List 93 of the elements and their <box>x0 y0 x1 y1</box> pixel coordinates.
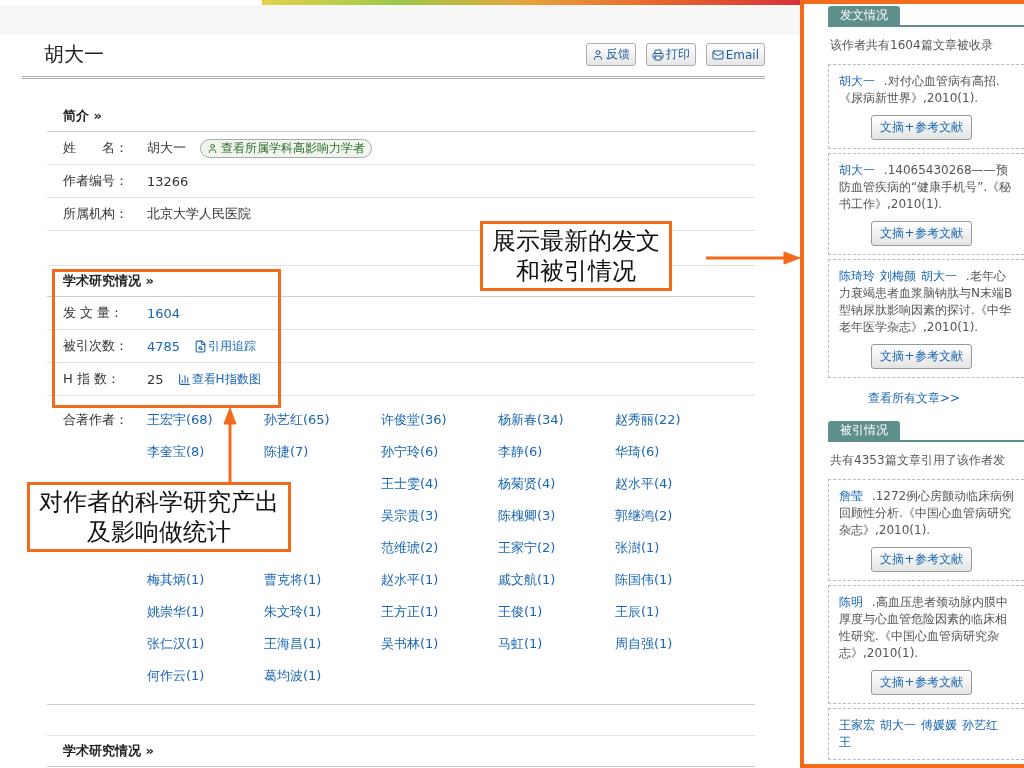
field-label: 合著作者： <box>63 411 129 429</box>
abstract-button[interactable]: 文摘+参考文献 <box>871 344 972 369</box>
coauthor-link[interactable]: 王辰(1) <box>615 603 660 621</box>
article-citation: 陈琦玲 刘梅颜 胡大一 .老年心力衰竭患者血浆脑钠肽与N末端B型钠尿肽影响因素的探讨.《中华老年医学杂志》,2010(1). <box>839 268 1014 336</box>
value-link[interactable]: 1604 <box>147 305 181 321</box>
author-link[interactable]: 傅媛媛 <box>921 718 957 732</box>
callout-note: 对作者的科学研究产出及影响做统计 <box>27 482 291 552</box>
view-all-link[interactable]: 查看所有文章>> <box>867 390 961 407</box>
field-label: 发 文 量： <box>63 304 125 322</box>
field-label: H 指 数： <box>63 370 122 388</box>
printer-icon <box>651 48 664 61</box>
coauthor-link[interactable]: 李奎宝(8) <box>147 443 205 461</box>
trace-link[interactable]: 引用追踪 <box>194 337 257 355</box>
email-button[interactable]: Email <box>705 43 765 66</box>
article-citation: 胡大一 .14065430268——预防血管疾病的“健康手机号”.《秘书工作》,2010(1). <box>839 162 1013 213</box>
person-icon <box>591 48 604 61</box>
coauthor-link[interactable]: 陈槐卿(3) <box>498 507 556 525</box>
abstract-button[interactable]: 文摘+参考文献 <box>871 670 972 695</box>
field-label: 作者编号： <box>63 172 129 190</box>
mail-icon <box>711 48 724 61</box>
coauthor-link[interactable]: 范维琥(2) <box>381 539 439 557</box>
author-link[interactable]: 胡大一 <box>880 718 916 732</box>
coauthor-link[interactable]: 何作云(1) <box>147 667 205 685</box>
chart-link[interactable]: 查看H指数图 <box>177 370 261 388</box>
author-link[interactable]: 王家宏 <box>839 718 875 732</box>
callout-note: 展示最新的发文和被引情况 <box>480 221 672 291</box>
panel-summary: 共有4353篇文章引用了该作者发 <box>829 452 1006 469</box>
coauthor-link[interactable]: 许俊堂(36) <box>381 411 447 429</box>
coauthor-link[interactable]: 孙艺红(65) <box>264 411 330 429</box>
coauthor-link[interactable]: 郭继鸿(2) <box>615 507 673 525</box>
field-value: 北京大学人民医院 <box>147 205 251 223</box>
author-link[interactable]: 王 <box>839 735 851 749</box>
coauthor-link[interactable]: 王海昌(1) <box>264 635 322 653</box>
author-link[interactable]: 陈明 <box>839 595 863 609</box>
section-title: 简介 » <box>47 101 755 132</box>
coauthor-link[interactable]: 马虹(1) <box>498 635 543 653</box>
print-button[interactable]: 打印 <box>645 43 696 66</box>
coauthor-link[interactable]: 陈捷(7) <box>264 443 309 461</box>
coauthor-link[interactable]: 周自强(1) <box>615 635 673 653</box>
coauthor-link[interactable]: 赵秀丽(22) <box>615 411 681 429</box>
coauthor-link[interactable]: 王家宁(2) <box>498 539 556 557</box>
coauthor-link[interactable]: 王宏宇(68) <box>147 411 213 429</box>
author-link[interactable]: 刘梅颜 <box>880 269 916 283</box>
coauthor-link[interactable]: 张澍(1) <box>615 539 660 557</box>
coauthor-link[interactable]: 陈国伟(1) <box>615 571 673 589</box>
author-link[interactable]: 孙艺红 <box>962 718 998 732</box>
field-label: 所属机构： <box>63 205 129 223</box>
field-label: 姓 名： <box>63 139 129 157</box>
coauthor-link[interactable]: 李静(6) <box>498 443 543 461</box>
author-link[interactable]: 詹莹 <box>839 489 863 503</box>
coauthor-link[interactable]: 王士雯(4) <box>381 475 439 493</box>
field-value: 胡大一 <box>147 139 186 157</box>
scholar-link[interactable]: 查看所属学科高影响力学者 <box>200 138 372 158</box>
field-value: 25 <box>147 371 164 387</box>
coauthor-link[interactable]: 梅其炳(1) <box>147 571 205 589</box>
coauthor-link[interactable]: 赵水平(4) <box>615 475 673 493</box>
coauthor-link[interactable]: 孙宁玲(6) <box>381 443 439 461</box>
panel-tab[interactable]: 发文情况 <box>828 6 900 25</box>
coauthor-link[interactable]: 王俊(1) <box>498 603 543 621</box>
coauthor-link[interactable]: 戚文航(1) <box>498 571 556 589</box>
coauthor-link[interactable]: 朱文玲(1) <box>264 603 322 621</box>
field-value: 13266 <box>147 173 189 189</box>
abstract-button[interactable]: 文摘+参考文献 <box>871 115 972 140</box>
coauthor-link[interactable]: 张仁汉(1) <box>147 635 205 653</box>
coauthor-link[interactable]: 姚崇华(1) <box>147 603 205 621</box>
panel-summary: 该作者共有1604篇文章被收录 <box>829 37 994 54</box>
bar-chart-icon <box>177 372 191 386</box>
coauthor-link[interactable]: 杨菊贤(4) <box>498 475 556 493</box>
author-link[interactable]: 胡大一 <box>839 74 875 88</box>
coauthor-link[interactable]: 曹克将(1) <box>264 571 322 589</box>
field-label: 被引次数： <box>63 337 129 355</box>
coauthor-link[interactable]: 王方正(1) <box>381 603 439 621</box>
author-link[interactable]: 胡大一 <box>839 163 875 177</box>
article-citation: 詹莹 .1272例心房颤动临床病例回顾性分析.《中国心血管病研究杂志》,2010(1). <box>839 488 1015 539</box>
document-search-icon <box>194 339 208 353</box>
coauthor-link[interactable]: 吴宗贵(3) <box>381 507 439 525</box>
value-link[interactable]: 4785 <box>147 338 181 354</box>
coauthor-link[interactable]: 赵水平(1) <box>381 571 439 589</box>
abstract-button[interactable]: 文摘+参考文献 <box>871 547 972 572</box>
author-link[interactable]: 胡大一 <box>921 269 957 283</box>
abstract-button[interactable]: 文摘+参考文献 <box>871 221 972 246</box>
author-link[interactable]: 陈琦玲 <box>839 269 875 283</box>
author-name: 胡大一 <box>44 41 104 68</box>
coauthor-link[interactable]: 吴书林(1) <box>381 635 439 653</box>
coauthor-link[interactable]: 杨新春(34) <box>498 411 564 429</box>
coauthor-link[interactable]: 葛均波(1) <box>264 667 322 685</box>
person-icon <box>207 142 218 154</box>
panel-tab[interactable]: 被引情况 <box>828 421 900 440</box>
feedback-button[interactable]: 反馈 <box>585 43 636 66</box>
article-citation: 陈明 .高血压患者颈动脉内膜中厚度与心血管危险因素的临床相性研究.《中国心血管病研究杂志》,2010(1). <box>839 594 1009 662</box>
coauthor-link[interactable]: 华琦(6) <box>615 443 660 461</box>
section-title: 学术研究情况 » <box>47 736 755 767</box>
article-citation: 胡大一 .对付心血管病有高招.《尿病新世界》,2010(1). <box>839 73 1001 107</box>
